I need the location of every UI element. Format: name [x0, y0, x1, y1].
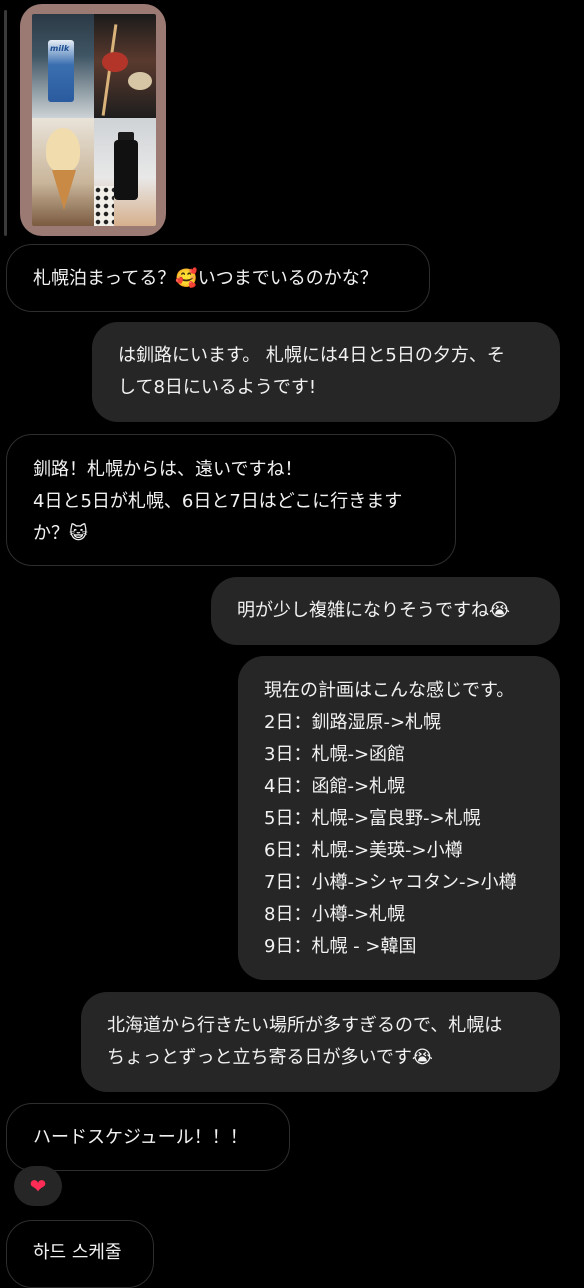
message-text: は釧路にいます。 札幌には4日と5日の夕方、そ [118, 345, 505, 366]
message-bubble-incoming[interactable]: 釧路！札幌からは、遠いですね！ 4日と5日が札幌、6日と7日はどこに行きます か… [6, 434, 456, 566]
itinerary-line: 4日：函館->札幌 [264, 776, 406, 797]
milk-carton-photo: milk [32, 14, 94, 118]
message-text: 釧路！札幌からは、遠いですね！ [33, 459, 303, 480]
itinerary-line: 6日：札幌->美瑛->小樽 [264, 840, 463, 861]
message-text: か？😺 [33, 523, 88, 544]
heart-reaction[interactable]: ❤ [14, 1166, 62, 1206]
coffee-can-photo [94, 118, 156, 226]
photo-collage: milk [32, 14, 156, 226]
soft-serve-photo [32, 118, 94, 226]
bowl-image [128, 72, 152, 90]
can-image [114, 140, 138, 200]
message-text: 4日と5日が札幌、6日と7日はどこに行きます [33, 491, 403, 512]
polka-dot-pattern [94, 186, 114, 226]
message-text: 現在の計画はこんな感じです。 [264, 680, 515, 701]
itinerary-line: 2日：釧路湿原->札幌 [264, 712, 442, 733]
message-bubble-outgoing[interactable]: 明が少し複雑になりそうですね😭 [211, 577, 560, 645]
message-text: 하드 스케줄 [33, 1242, 122, 1263]
ice-cream-image [46, 128, 80, 172]
message-text: ハードスケジュール！！！ [33, 1127, 248, 1148]
message-text: 北海道から行きたい場所が多すぎるので、札幌は [107, 1015, 503, 1036]
message-text: 明が少し複雑になりそうですね😭 [237, 600, 511, 621]
itinerary-line: 7日：小樽->シャコタン->小樽 [264, 872, 517, 893]
message-bubble-incoming[interactable]: 札幌泊まってる？🥰いつまでいるのかな？ [6, 244, 430, 312]
reply-indicator-bar [4, 10, 7, 236]
message-bubble-outgoing[interactable]: 北海道から行きたい場所が多すぎるので、札幌は ちょっとずっと立ち寄る日が多いです… [81, 992, 560, 1092]
message-text: ちょっとずっと立ち寄る日が多いです😭 [107, 1047, 433, 1068]
message-bubble-incoming[interactable]: ハードスケジュール！！！ [6, 1103, 290, 1171]
message-bubble-incoming[interactable]: 하드 스케줄 [6, 1220, 154, 1288]
message-bubble-outgoing[interactable]: 現在の計画はこんな感じです。 2日：釧路湿原->札幌 3日：札幌->函館 4日：… [238, 656, 560, 980]
itinerary-line: 5日：札幌->富良野->札幌 [264, 808, 481, 829]
milk-label: milk [50, 44, 70, 53]
itinerary-line: 9日：札幌 - >韓国 [264, 936, 417, 957]
itinerary-line: 8日：小樽->札幌 [264, 904, 406, 925]
message-text: 札幌泊まってる？🥰いつまでいるのかな？ [33, 268, 378, 289]
cone-image [52, 170, 76, 210]
itinerary-line: 3日：札幌->函館 [264, 744, 406, 765]
bowl-image [102, 52, 128, 72]
message-text: して8日にいるようです! [118, 377, 317, 398]
shared-photo-post[interactable]: milk [20, 4, 166, 236]
message-bubble-outgoing[interactable]: は釧路にいます。 札幌には4日と5日の夕方、そ して8日にいるようです! [92, 322, 560, 422]
heart-icon: ❤ [29, 1174, 47, 1198]
meal-photo [94, 14, 156, 118]
